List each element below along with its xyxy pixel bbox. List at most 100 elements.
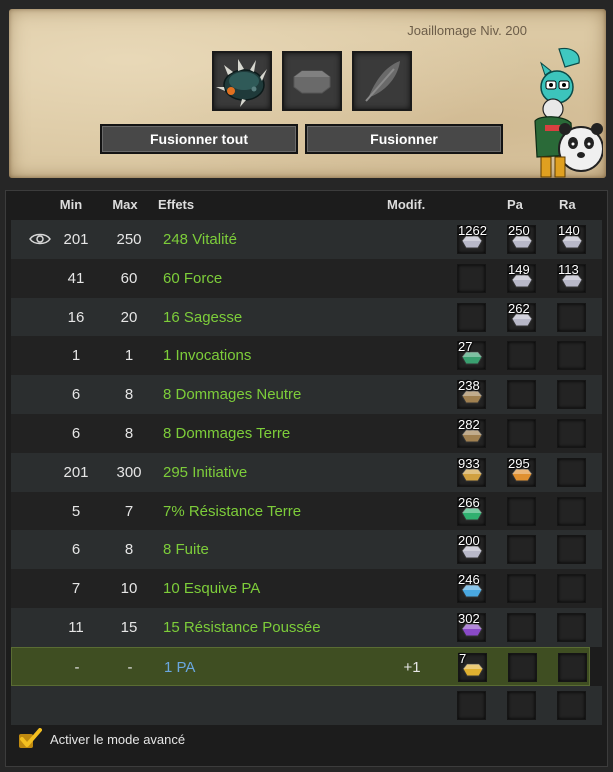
- rune-count: 262: [508, 300, 530, 316]
- rune-slot[interactable]: 282: [457, 417, 486, 448]
- column-modif: Modif.: [387, 197, 426, 212]
- crafting-header: Joaillomage Niv. 200 Fusionner tout Fusi…: [9, 9, 606, 178]
- table-row[interactable]: - - 1 PA +1 7: [11, 646, 590, 686]
- rune-count: 295: [508, 455, 530, 471]
- checkmark-icon[interactable]: [18, 728, 42, 750]
- max-value: 7: [124, 502, 134, 520]
- max-value: 20: [120, 308, 138, 326]
- rune-slot[interactable]: 246: [457, 572, 486, 604]
- job-level-label: Joaillomage Niv. 200: [407, 23, 527, 38]
- max-value: 8: [124, 425, 134, 442]
- rune-slot[interactable]: 933: [457, 456, 486, 487]
- rune-slot[interactable]: [507, 380, 536, 410]
- effect-label: 15 Résistance Poussée: [163, 619, 321, 636]
- fuse-button[interactable]: Fusionner: [305, 124, 503, 154]
- table-row[interactable]: 6 8 8 Dommages Terre 282: [11, 414, 602, 453]
- rune-slot[interactable]: [557, 574, 586, 604]
- table-row[interactable]: 5 7 7% Résistance Terre 266: [11, 491, 602, 531]
- rune-slot[interactable]: 302: [457, 611, 486, 642]
- table-row[interactable]: 41 60 60 Force 149 113: [11, 258, 602, 298]
- modif-value: +1: [403, 658, 421, 676]
- rune-slot[interactable]: [557, 302, 586, 332]
- table-row[interactable]: 11 15 15 Résistance Poussée 302: [11, 608, 602, 647]
- table-row[interactable]: 16 20 16 Sagesse 262: [11, 297, 602, 337]
- rune-slot[interactable]: [507, 535, 536, 565]
- rune-slot[interactable]: 200: [457, 533, 486, 565]
- rune-slot[interactable]: [557, 535, 586, 565]
- rune-slot[interactable]: 140: [557, 223, 586, 254]
- column-min: Min: [59, 197, 83, 212]
- spiked-helmet-item-icon: [216, 59, 267, 107]
- rune-slot[interactable]: [507, 574, 536, 604]
- rune-slot[interactable]: [507, 690, 536, 720]
- table-row[interactable]: 201 300 295 Initiative 933 295: [11, 452, 602, 492]
- max-value: 300: [116, 463, 142, 481]
- table-row[interactable]: 201 250 248 Vitalité 1262 250 140: [11, 220, 602, 259]
- table-row[interactable]: 1 1 1 Invocations 27: [11, 336, 602, 376]
- feather-slot[interactable]: [352, 51, 412, 111]
- max-value: 10: [120, 580, 138, 598]
- min-value: -: [74, 658, 80, 676]
- rune-slot[interactable]: [557, 380, 586, 410]
- rune-slot[interactable]: [557, 496, 586, 526]
- octagon-rune-placeholder-icon: [293, 70, 331, 94]
- rune-slot[interactable]: 238: [457, 378, 486, 410]
- rune-count: 7: [459, 650, 467, 666]
- column-ra: Ra: [559, 197, 576, 212]
- effect-label: 7% Résistance Terre: [163, 502, 302, 520]
- rune-count: 140: [558, 223, 580, 238]
- rune-slot[interactable]: [557, 419, 586, 448]
- rune-slot[interactable]: [457, 302, 486, 332]
- max-value: 8: [124, 386, 134, 404]
- min-value: 201: [63, 463, 89, 481]
- rune-slot[interactable]: [557, 690, 586, 720]
- rune-slot[interactable]: [457, 263, 486, 293]
- effect-label: 60 Force: [163, 269, 223, 287]
- rune-slot[interactable]: 149: [507, 262, 536, 293]
- rune-slot[interactable]: [507, 419, 536, 448]
- item-slot[interactable]: [212, 51, 272, 111]
- rune-slot[interactable]: 250: [507, 223, 536, 254]
- rune-slot[interactable]: [508, 652, 537, 682]
- effect-label: 1 Invocations: [163, 347, 252, 365]
- rune-slot[interactable]: 113: [557, 261, 586, 293]
- rune-slot[interactable]: [507, 341, 536, 371]
- runes-effects-table: Min Max Effets Modif. Pa Ra 201 250 248 Vi…: [5, 190, 608, 767]
- rune-slot[interactable]: 266: [457, 495, 486, 526]
- rune-count: 113: [558, 261, 579, 277]
- column-effects: Effets: [158, 197, 195, 212]
- rune-slot[interactable]: 27: [457, 339, 486, 371]
- rune-slot[interactable]: [457, 690, 486, 720]
- effect-label: 10 Esquive PA: [163, 580, 261, 598]
- rune-slot[interactable]: [507, 496, 536, 526]
- rune-slot[interactable]: 295: [507, 455, 536, 487]
- table-row[interactable]: 6 8 8 Fuite 200: [11, 530, 602, 570]
- rune-slot[interactable]: 7: [458, 650, 487, 682]
- smithmagic-window: Joaillomage Niv. 200 Fusionner tout Fusi…: [0, 0, 613, 772]
- rune-slot[interactable]: [557, 613, 586, 642]
- effect-label: 248 Vitalité: [163, 231, 237, 248]
- rune-count: 1262: [458, 223, 487, 238]
- min-value: 16: [67, 308, 85, 326]
- rune-slot[interactable]: [557, 457, 586, 487]
- rune-slot[interactable]: 1262: [457, 223, 487, 254]
- rune-count: 200: [458, 533, 480, 549]
- rune-slot[interactable]: [507, 613, 536, 642]
- rune-slot[interactable]: [557, 341, 586, 371]
- min-value: 6: [71, 541, 81, 559]
- feather-placeholder-icon: [365, 61, 400, 102]
- min-value: 1: [71, 347, 81, 365]
- rune-slot[interactable]: [282, 51, 342, 111]
- effect-label: 295 Initiative: [163, 463, 248, 481]
- table-row[interactable]: [11, 685, 602, 725]
- table-row[interactable]: 7 10 10 Esquive PA 246: [11, 569, 602, 609]
- advanced-mode-toggle[interactable]: Activer le mode avancé: [18, 728, 185, 750]
- eye-icon[interactable]: [29, 232, 51, 246]
- min-value: 6: [71, 425, 81, 442]
- rune-count: 27: [458, 339, 473, 355]
- fuse-all-button[interactable]: Fusionner tout: [100, 124, 298, 154]
- rune-slot[interactable]: 262: [507, 300, 536, 332]
- table-row[interactable]: 6 8 8 Dommages Neutre 238: [11, 375, 602, 415]
- max-value: 8: [124, 541, 134, 559]
- rune-slot[interactable]: [558, 652, 587, 682]
